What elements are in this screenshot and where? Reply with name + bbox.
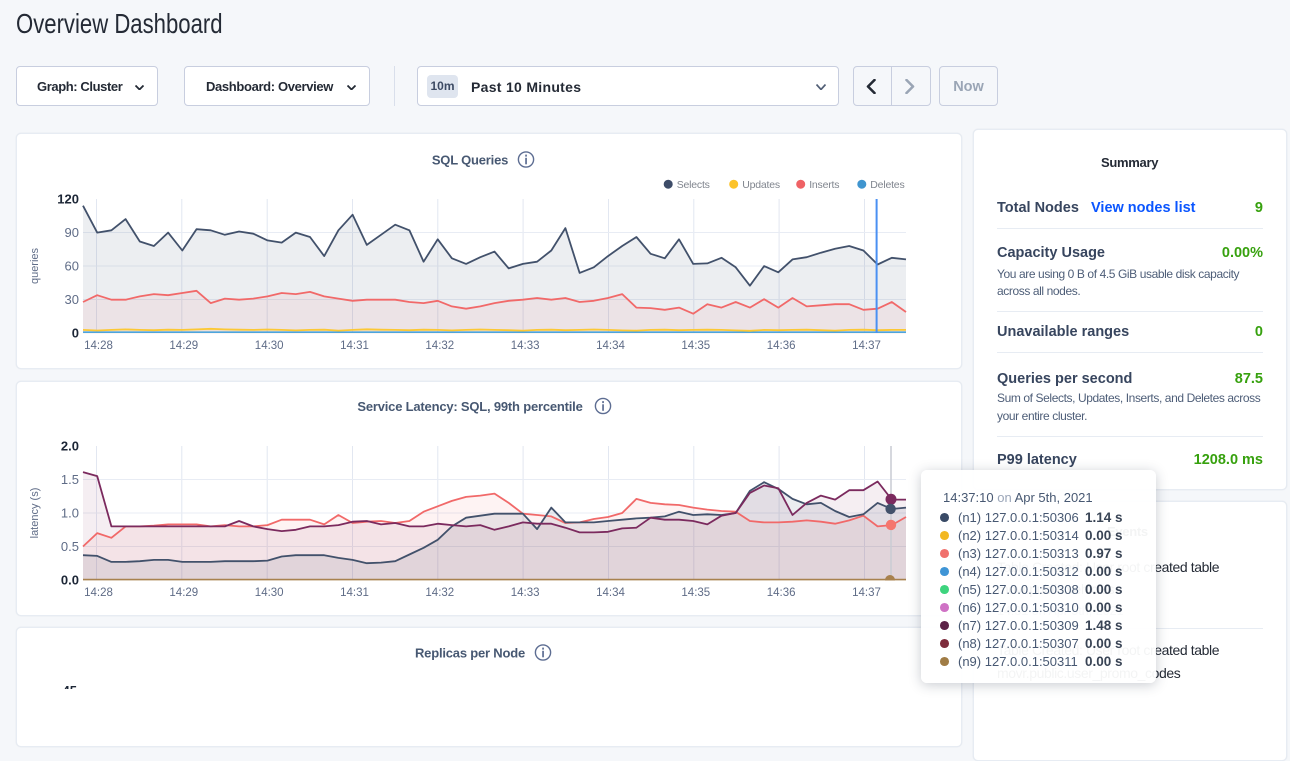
svg-text:14:31: 14:31 bbox=[340, 587, 369, 599]
svg-text:14:37: 14:37 bbox=[852, 340, 881, 352]
svg-text:14:35: 14:35 bbox=[681, 340, 710, 352]
svg-text:14:29: 14:29 bbox=[169, 587, 198, 599]
svg-text:14:32: 14:32 bbox=[425, 340, 454, 352]
svg-text:60: 60 bbox=[65, 259, 79, 274]
svg-text:14:36: 14:36 bbox=[767, 587, 796, 599]
svg-text:Replicas per Node: Replicas per Node bbox=[415, 646, 525, 661]
svg-text:14:36: 14:36 bbox=[767, 340, 796, 352]
svg-text:Inserts: Inserts bbox=[809, 179, 839, 191]
svg-text:14:32: 14:32 bbox=[425, 587, 454, 599]
svg-text:14:30: 14:30 bbox=[255, 587, 284, 599]
svg-text:0.5: 0.5 bbox=[61, 539, 79, 554]
svg-text:14:29: 14:29 bbox=[169, 340, 198, 352]
svg-text:Service Latency: SQL, 99th per: Service Latency: SQL, 99th percentile bbox=[357, 399, 582, 414]
svg-text:Selects: Selects bbox=[677, 179, 710, 191]
svg-text:14:28: 14:28 bbox=[84, 587, 113, 599]
svg-text:14:33: 14:33 bbox=[511, 587, 540, 599]
svg-text:0.0: 0.0 bbox=[61, 573, 79, 588]
svg-text:14:35: 14:35 bbox=[681, 587, 710, 599]
svg-text:14:34: 14:34 bbox=[596, 587, 625, 599]
svg-text:90: 90 bbox=[65, 225, 79, 240]
svg-text:1.0: 1.0 bbox=[61, 506, 79, 521]
svg-text:14:31: 14:31 bbox=[340, 340, 369, 352]
svg-text:120: 120 bbox=[57, 192, 79, 207]
svg-text:Updates: Updates bbox=[742, 179, 780, 191]
svg-text:30: 30 bbox=[65, 292, 79, 307]
svg-text:14:34: 14:34 bbox=[596, 340, 625, 352]
svg-text:14:37: 14:37 bbox=[852, 587, 881, 599]
svg-text:latency (s): latency (s) bbox=[29, 488, 41, 539]
svg-text:Deletes: Deletes bbox=[870, 179, 904, 191]
svg-text:SQL Queries: SQL Queries bbox=[432, 153, 508, 168]
svg-text:14:33: 14:33 bbox=[511, 340, 540, 352]
svg-text:1.5: 1.5 bbox=[61, 472, 79, 487]
svg-text:14:30: 14:30 bbox=[255, 340, 284, 352]
svg-text:14:28: 14:28 bbox=[84, 340, 113, 352]
svg-text:0: 0 bbox=[72, 326, 79, 341]
svg-text:2.0: 2.0 bbox=[61, 439, 79, 454]
svg-text:45: 45 bbox=[63, 683, 77, 689]
svg-text:queries: queries bbox=[29, 247, 41, 284]
